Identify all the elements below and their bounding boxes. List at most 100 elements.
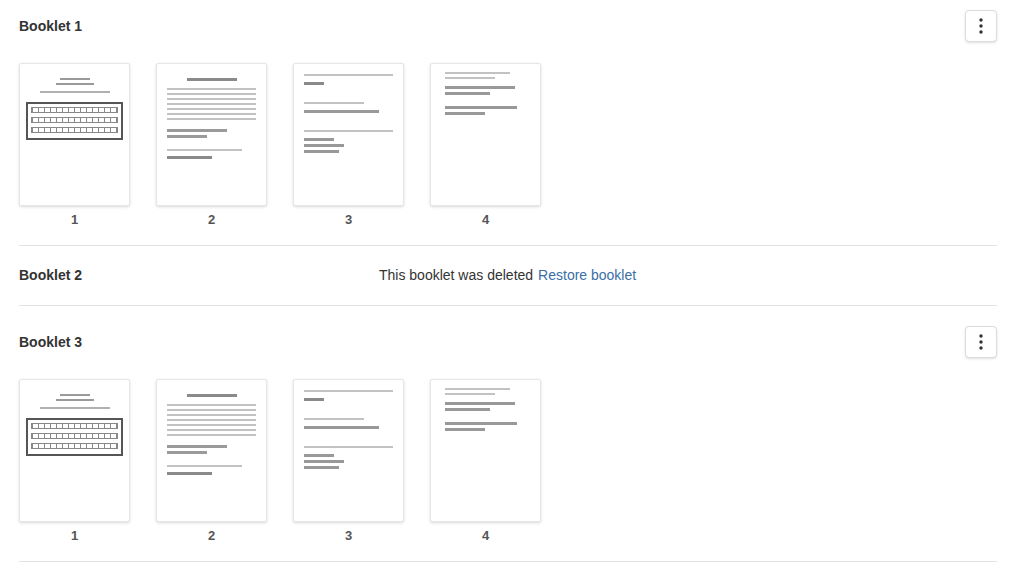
scan-line	[304, 130, 393, 132]
scan-line	[167, 98, 256, 100]
scan-line	[304, 390, 393, 392]
page-scan	[294, 380, 403, 521]
deleted-booklet-row: Booklet 2This booklet was deletedRestore…	[19, 246, 997, 306]
scan-line	[167, 108, 256, 110]
scan-line	[167, 472, 212, 475]
page-thumbnail[interactable]	[19, 63, 130, 206]
answer-grid	[26, 418, 123, 456]
page-scan	[431, 64, 540, 205]
page[interactable]: 3	[293, 63, 404, 230]
page[interactable]: 4	[430, 63, 541, 230]
page-thumbnail[interactable]	[19, 379, 130, 522]
scan-line	[31, 117, 118, 123]
scan-line	[304, 460, 344, 463]
booklet: Booklet 1 1 2 3 4	[19, 0, 997, 246]
more-vertical-icon	[979, 18, 983, 34]
booklet-title: Booklet 2	[19, 265, 379, 286]
booklet-menu-button[interactable]	[965, 10, 997, 42]
scan-line	[445, 86, 515, 89]
scan-line	[304, 426, 379, 429]
page-number: 1	[71, 526, 78, 546]
scan-line	[167, 424, 256, 426]
scan-line	[167, 451, 207, 454]
scan-line	[304, 418, 364, 420]
scan-line	[304, 466, 339, 469]
scan-line	[60, 394, 90, 396]
page-number: 4	[482, 210, 489, 230]
scan-line	[56, 83, 94, 85]
scan-line	[304, 102, 364, 104]
page-thumbnail[interactable]	[430, 379, 541, 522]
page-number: 4	[482, 526, 489, 546]
scan-line	[445, 388, 510, 390]
page-number: 2	[208, 526, 215, 546]
scan-line	[167, 129, 227, 132]
scan-line	[304, 446, 393, 448]
scan-line	[31, 443, 118, 449]
scan-line	[304, 144, 344, 147]
scan-line	[304, 138, 334, 141]
page-scan	[20, 380, 129, 521]
page-thumbnail[interactable]	[293, 63, 404, 206]
scan-line	[187, 78, 237, 81]
page-thumbnail[interactable]	[156, 379, 267, 522]
scan-line	[445, 72, 510, 74]
scan-line	[40, 407, 110, 409]
page-thumbnail[interactable]	[156, 63, 267, 206]
scan-line	[60, 78, 90, 80]
page-number: 3	[345, 210, 352, 230]
scan-line	[445, 402, 515, 405]
scan-line	[445, 408, 490, 411]
page-thumbnail[interactable]	[293, 379, 404, 522]
booklet-title: Booklet 3	[19, 332, 82, 353]
scan-line	[445, 92, 490, 95]
page[interactable]: 3	[293, 379, 404, 546]
page-thumbnail[interactable]	[430, 63, 541, 206]
scan-line	[187, 394, 237, 397]
page[interactable]: 4	[430, 379, 541, 546]
page[interactable]: 2	[156, 379, 267, 546]
page-scan	[157, 64, 266, 205]
scan-line	[304, 82, 324, 85]
scan-line	[304, 454, 334, 457]
scan-line	[167, 149, 242, 151]
scan-line	[167, 113, 256, 115]
scan-line	[31, 423, 118, 429]
scan-line	[167, 103, 256, 105]
scan-line	[304, 398, 324, 401]
scan-line	[167, 434, 256, 436]
page-scan	[20, 64, 129, 205]
scan-line	[31, 433, 118, 439]
booklet-title: Booklet 1	[19, 16, 82, 37]
scan-line	[167, 429, 256, 431]
page-number: 3	[345, 526, 352, 546]
scan-line	[304, 74, 393, 76]
page[interactable]: 2	[156, 63, 267, 230]
booklet-header: Booklet 1	[19, 10, 997, 42]
scan-line	[167, 118, 256, 120]
scan-line	[167, 414, 256, 416]
scan-line	[167, 404, 256, 406]
scan-line	[445, 422, 517, 425]
page[interactable]: 1	[19, 379, 130, 546]
page-number: 2	[208, 210, 215, 230]
scan-line	[445, 112, 485, 115]
scan-line	[31, 127, 118, 133]
scan-line	[56, 399, 94, 401]
restore-link[interactable]: Restore booklet	[538, 265, 636, 286]
scan-line	[40, 91, 110, 93]
scan-line	[167, 409, 256, 411]
deleted-message: This booklet was deletedRestore booklet	[379, 265, 636, 286]
scan-line	[167, 88, 256, 90]
booklet-header: Booklet 3	[19, 326, 997, 358]
page-list: 1 2 3 4	[19, 379, 997, 546]
scan-line	[167, 445, 227, 448]
scan-line	[167, 93, 256, 95]
page-list: 1 2 3 4	[19, 63, 997, 230]
page-number: 1	[71, 210, 78, 230]
scan-line	[445, 428, 485, 431]
page[interactable]: 1	[19, 63, 130, 230]
page-scan	[294, 64, 403, 205]
deleted-text: This booklet was deleted	[379, 265, 533, 286]
booklet-menu-button[interactable]	[965, 326, 997, 358]
